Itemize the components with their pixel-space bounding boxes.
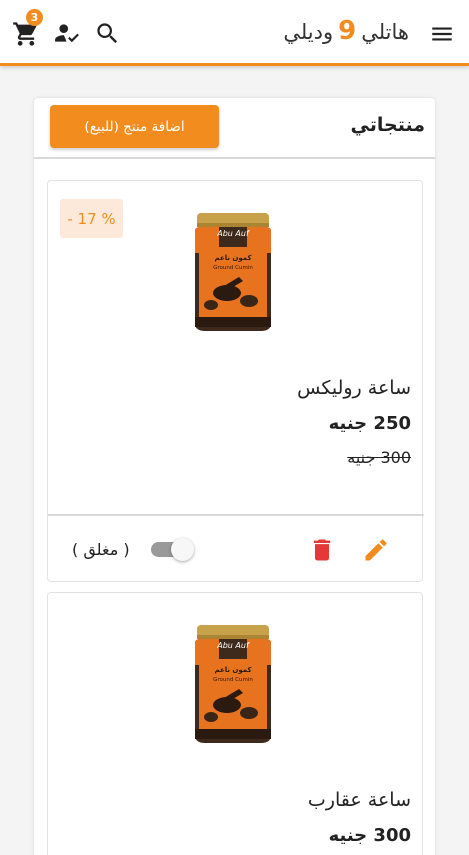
product-price: 300 جنيه bbox=[328, 825, 411, 846]
jar-brand: Abu Auf bbox=[216, 229, 250, 238]
edit-icon[interactable] bbox=[362, 536, 390, 564]
divider bbox=[48, 514, 424, 516]
logo-prefix: هاتلي bbox=[361, 20, 409, 44]
app-header: 3 هاتلي 9 وديلي bbox=[0, 0, 469, 66]
divider bbox=[34, 157, 435, 159]
jar-label-ar: كمون ناعم bbox=[214, 254, 252, 262]
search-icon[interactable] bbox=[92, 18, 122, 48]
add-product-button[interactable]: اضافة منتج (للبيع) bbox=[50, 105, 219, 148]
cart-count-badge: 3 bbox=[26, 9, 43, 26]
status-label: ( مغلق ) bbox=[72, 540, 130, 559]
jar-label-en: Ground Cumin bbox=[213, 677, 253, 683]
product-image: Abu Auf كمون ناعم Ground Cumin bbox=[195, 213, 271, 331]
toggle-knob bbox=[171, 538, 194, 561]
product-card[interactable]: % 17 - Abu Auf كمون ناعم Ground Cumin سا… bbox=[47, 180, 424, 582]
menu-icon[interactable] bbox=[427, 19, 457, 49]
jar-label-ar: كمون ناعم bbox=[214, 666, 252, 674]
user-check-icon[interactable] bbox=[52, 18, 82, 48]
product-price: 250 جنيه bbox=[328, 413, 411, 434]
logo-number: 9 bbox=[338, 16, 357, 46]
product-image: Abu Auf كمون ناعم Ground Cumin bbox=[195, 625, 271, 743]
logo-suffix: وديلي bbox=[283, 20, 334, 44]
my-products-panel: منتجاتي اضافة منتج (للبيع) % 17 - Abu Au… bbox=[34, 98, 435, 855]
product-name: ساعة روليكس bbox=[297, 377, 411, 399]
status-toggle[interactable] bbox=[151, 538, 197, 562]
app-logo[interactable]: هاتلي 9 وديلي bbox=[283, 16, 409, 46]
discount-badge: % 17 - bbox=[60, 199, 123, 238]
product-name: ساعة عقارب bbox=[307, 789, 411, 811]
jar-label-en: Ground Cumin bbox=[213, 265, 253, 271]
product-old-price: 300 جنيه bbox=[347, 448, 411, 467]
product-card[interactable]: Abu Auf كمون ناعم Ground Cumin ساعة عقار… bbox=[47, 592, 423, 855]
jar-brand: Abu Auf bbox=[216, 641, 250, 650]
delete-icon[interactable] bbox=[308, 536, 336, 564]
page-title: منتجاتي bbox=[350, 114, 425, 136]
